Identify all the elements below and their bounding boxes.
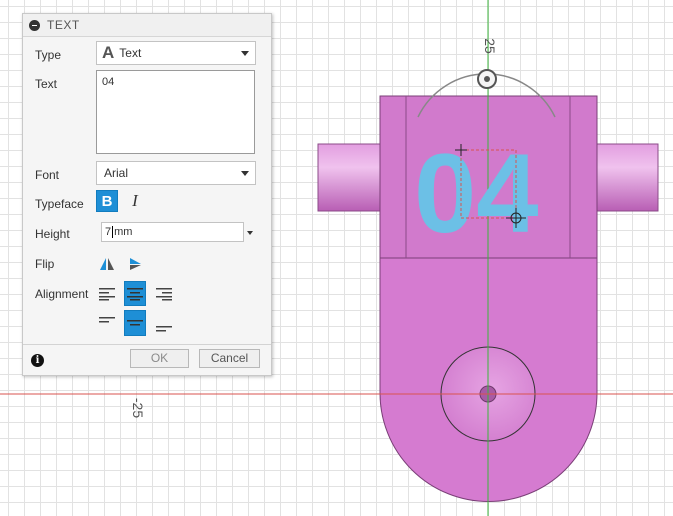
rotation-handle-icon[interactable]	[477, 69, 497, 89]
bold-button[interactable]: B	[96, 190, 118, 212]
height-value: 7	[105, 226, 112, 238]
type-value: Text	[119, 46, 142, 60]
font-value: Arial	[104, 166, 129, 180]
align-top-icon	[99, 317, 115, 323]
panel-title: TEXT	[47, 18, 80, 32]
flip-vertical-icon	[130, 258, 141, 270]
align-right-icon	[156, 288, 172, 301]
axis-label-minus-25: -25	[130, 397, 147, 419]
cancel-button[interactable]: Cancel	[199, 349, 260, 368]
align-right-button[interactable]	[153, 283, 175, 305]
chevron-down-icon	[241, 171, 249, 176]
align-center-icon	[127, 287, 143, 300]
align-bottom-button[interactable]	[153, 314, 175, 336]
alignment-label: Alignment	[35, 287, 89, 301]
text-label: Text	[35, 77, 58, 91]
italic-button[interactable]: I	[124, 190, 146, 212]
text-caret	[112, 226, 114, 239]
panel-header[interactable]: TEXT	[23, 14, 271, 37]
chevron-down-icon[interactable]	[247, 231, 253, 235]
chevron-down-icon	[241, 51, 249, 56]
font-select[interactable]: Arial	[96, 161, 256, 185]
panel-footer: i OK Cancel	[23, 344, 271, 376]
text-input[interactable]: 04	[96, 70, 255, 154]
align-left-icon	[99, 288, 115, 301]
flip-horizontal-button[interactable]	[96, 253, 118, 275]
flip-horizontal-icon	[100, 258, 114, 270]
collapse-icon[interactable]	[29, 19, 40, 31]
flip-vertical-button[interactable]	[124, 253, 146, 275]
typeface-label: Typeface	[35, 197, 84, 211]
align-bottom-icon	[156, 326, 172, 332]
font-label: Font	[35, 168, 60, 182]
axis-label-25: 25	[481, 38, 498, 54]
height-unit: mm	[114, 226, 133, 238]
text-type-icon: A	[102, 43, 115, 62]
type-select[interactable]: A Text	[96, 41, 256, 65]
flip-label: Flip	[35, 257, 55, 271]
align-middle-icon	[127, 320, 143, 326]
align-left-button[interactable]	[96, 283, 118, 305]
height-label: Height	[35, 227, 70, 241]
info-icon[interactable]: i	[31, 354, 44, 367]
height-input[interactable]: 7 mm	[101, 222, 244, 242]
text-dialog: TEXT Type A Text Text 04 Font Arial Type…	[22, 13, 272, 376]
align-middle-button[interactable]	[124, 310, 146, 336]
ok-button[interactable]: OK	[130, 349, 189, 368]
align-center-button[interactable]	[124, 281, 146, 306]
type-label: Type	[35, 48, 62, 62]
align-top-button[interactable]	[96, 311, 118, 333]
